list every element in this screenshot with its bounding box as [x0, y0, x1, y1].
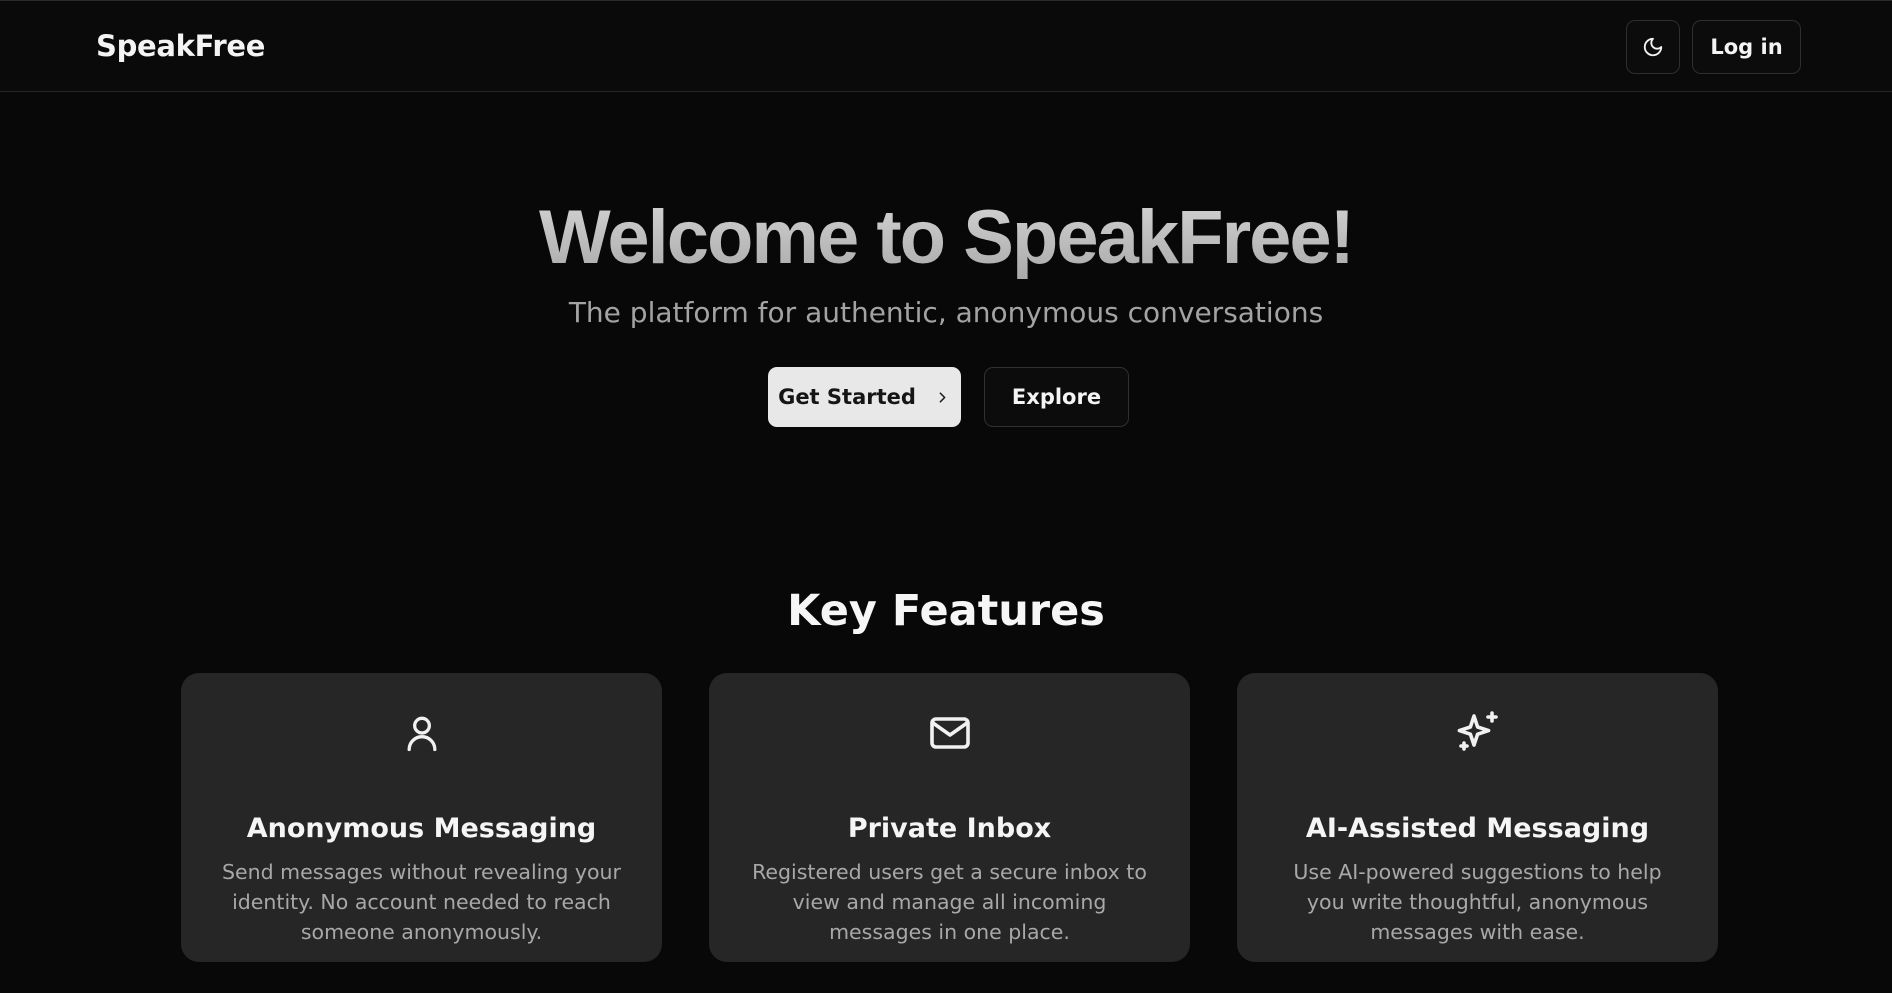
feature-description: Use AI-powered suggestions to help you w… — [1293, 859, 1662, 944]
login-button[interactable]: Log in — [1692, 20, 1801, 74]
feature-card-anonymous-messaging: Anonymous Messaging Send messages withou… — [181, 673, 662, 962]
hero-subtitle: The platform for authentic, anonymous co… — [568, 296, 1324, 329]
brand-logo-text[interactable]: SpeakFree — [96, 29, 265, 63]
sparkles-icon — [1237, 709, 1718, 757]
get-started-label: Get Started — [778, 385, 916, 409]
feature-description: Registered users get a secure inbox to v… — [752, 859, 1147, 944]
get-started-button[interactable]: Get Started — [768, 367, 961, 427]
feature-title: Private Inbox — [847, 813, 1052, 844]
feature-title: Anonymous Messaging — [246, 813, 597, 844]
theme-toggle-button[interactable] — [1626, 20, 1680, 74]
hero-title: Welcome to SpeakFree! — [0, 196, 1892, 280]
feature-card-ai-assisted-messaging: AI-Assisted Messaging Use AI-powered sug… — [1237, 673, 1718, 962]
moon-icon — [1643, 37, 1663, 57]
feature-description: Send messages without revealing your ide… — [222, 859, 621, 944]
chevron-right-icon — [939, 391, 946, 403]
explore-button[interactable]: Explore — [984, 367, 1129, 427]
feature-title: AI-Assisted Messaging — [1305, 813, 1650, 844]
feature-card-private-inbox: Private Inbox Registered users get a sec… — [709, 673, 1190, 962]
features-title: Key Features — [787, 585, 1105, 636]
user-icon — [181, 709, 662, 757]
mail-icon — [709, 709, 1190, 757]
top-navigation: SpeakFree Log in — [0, 0, 1892, 92]
